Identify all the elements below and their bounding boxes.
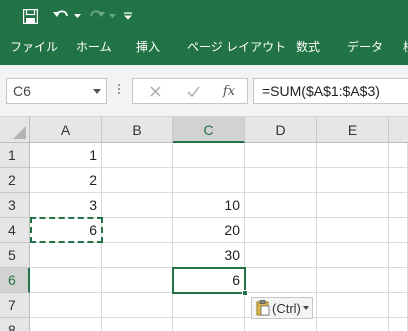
spreadsheet-grid: A B C D E 1 2 3 4 5 6 7 8 1 2 3 10 6 20 30 6 (C…: [0, 117, 408, 331]
column-header-a[interactable]: A: [30, 117, 102, 143]
active-cell-border: [172, 267, 246, 294]
cell-f8[interactable]: [389, 318, 408, 331]
copy-marquee: [30, 217, 103, 243]
cell-e7[interactable]: [317, 293, 389, 318]
cell-d1[interactable]: [245, 143, 317, 168]
cell-c3[interactable]: 10: [173, 193, 245, 218]
cell-c5[interactable]: 30: [173, 243, 245, 268]
chevron-down-icon: [302, 306, 309, 310]
cell-e5[interactable]: [317, 243, 389, 268]
cell-d8[interactable]: [245, 318, 317, 331]
row-header-6[interactable]: 6: [0, 268, 30, 293]
cell-a7[interactable]: [30, 293, 102, 318]
cell-e8[interactable]: [317, 318, 389, 331]
cell-f2[interactable]: [389, 168, 408, 193]
cell-f4[interactable]: [389, 218, 408, 243]
row-header-7[interactable]: 7: [0, 293, 30, 318]
cell-d6[interactable]: [245, 268, 317, 293]
cell-b2[interactable]: [102, 168, 173, 193]
cell-a8[interactable]: [30, 318, 102, 331]
select-all-button[interactable]: [0, 117, 30, 143]
cell-d4[interactable]: [245, 218, 317, 243]
row-header-3[interactable]: 3: [0, 193, 30, 218]
cell-a5[interactable]: [30, 243, 102, 268]
tab-data[interactable]: データ: [347, 33, 383, 65]
ribbon-tabs: ファイル ホーム 挿入 ページ レイアウト 数式 データ 校: [0, 33, 408, 65]
tab-formulas[interactable]: 数式: [296, 33, 320, 65]
cell-b1[interactable]: [102, 143, 173, 168]
cancel-icon[interactable]: [143, 82, 167, 100]
enter-check-icon[interactable]: [181, 82, 205, 100]
tab-file[interactable]: ファイル: [10, 33, 58, 65]
row-header-1[interactable]: 1: [0, 143, 30, 168]
column-header-c[interactable]: C: [173, 117, 245, 143]
cell-a3[interactable]: 3: [30, 193, 102, 218]
cell-b7[interactable]: [102, 293, 173, 318]
column-header-d[interactable]: D: [245, 117, 317, 143]
insert-function-icon[interactable]: fx: [217, 82, 241, 100]
cell-e6[interactable]: [317, 268, 389, 293]
cell-b6[interactable]: [102, 268, 173, 293]
cell-f7[interactable]: [389, 293, 408, 318]
cell-a1[interactable]: 1: [30, 143, 102, 168]
cell-c7[interactable]: [173, 293, 245, 318]
column-header-b[interactable]: B: [102, 117, 173, 143]
cell-b4[interactable]: [102, 218, 173, 243]
cell-c4[interactable]: 20: [173, 218, 245, 243]
paste-options-button[interactable]: (Ctrl): [251, 297, 313, 319]
cell-e4[interactable]: [317, 218, 389, 243]
cell-f1[interactable]: [389, 143, 408, 168]
row-header-5[interactable]: 5: [0, 243, 30, 268]
column-header-e[interactable]: E: [317, 117, 389, 143]
undo-icon[interactable]: [50, 6, 72, 26]
cell-b5[interactable]: [102, 243, 173, 268]
cell-c2[interactable]: [173, 168, 245, 193]
save-icon[interactable]: [20, 6, 40, 26]
redo-dropdown-icon: [108, 6, 116, 26]
cell-e1[interactable]: [317, 143, 389, 168]
formula-text: =SUM($A$1:$A$3): [262, 83, 380, 99]
cell-c8[interactable]: [173, 318, 245, 331]
cell-a2[interactable]: 2: [30, 168, 102, 193]
cell-d5[interactable]: [245, 243, 317, 268]
row-header-2[interactable]: 2: [0, 168, 30, 193]
fill-handle[interactable]: [242, 290, 248, 296]
customize-qat-icon[interactable]: [123, 6, 133, 26]
cell-e3[interactable]: [317, 193, 389, 218]
cell-f5[interactable]: [389, 243, 408, 268]
tab-home[interactable]: ホーム: [76, 33, 112, 65]
formula-bar-area: C6 fx =SUM($A$1:$A$3): [0, 65, 408, 117]
name-box-value: C6: [13, 83, 31, 99]
formula-input[interactable]: =SUM($A$1:$A$3): [253, 78, 408, 104]
paste-options-label: (Ctrl): [272, 300, 301, 316]
undo-dropdown-icon[interactable]: [73, 6, 81, 26]
redo-icon: [86, 6, 108, 26]
cell-f3[interactable]: [389, 193, 408, 218]
cell-e2[interactable]: [317, 168, 389, 193]
clipboard-icon: [256, 300, 270, 316]
cell-b8[interactable]: [102, 318, 173, 331]
drag-handle-icon[interactable]: [118, 84, 121, 98]
cell-d3[interactable]: [245, 193, 317, 218]
row-header-4[interactable]: 4: [0, 218, 30, 243]
cell-c1[interactable]: [173, 143, 245, 168]
column-header-f[interactable]: [389, 117, 408, 143]
tab-insert[interactable]: 挿入: [136, 33, 160, 65]
tab-review[interactable]: 校: [403, 33, 408, 65]
cell-d2[interactable]: [245, 168, 317, 193]
chevron-down-icon[interactable]: [93, 89, 101, 94]
row-header-8[interactable]: 8: [0, 318, 30, 331]
title-bar: [0, 0, 408, 33]
tab-page-layout[interactable]: ページ レイアウト: [187, 33, 286, 65]
formula-buttons: fx: [132, 78, 248, 104]
cell-a6[interactable]: [30, 268, 102, 293]
cell-b3[interactable]: [102, 193, 173, 218]
name-box[interactable]: C6: [6, 78, 107, 104]
cell-f6[interactable]: [389, 268, 408, 293]
